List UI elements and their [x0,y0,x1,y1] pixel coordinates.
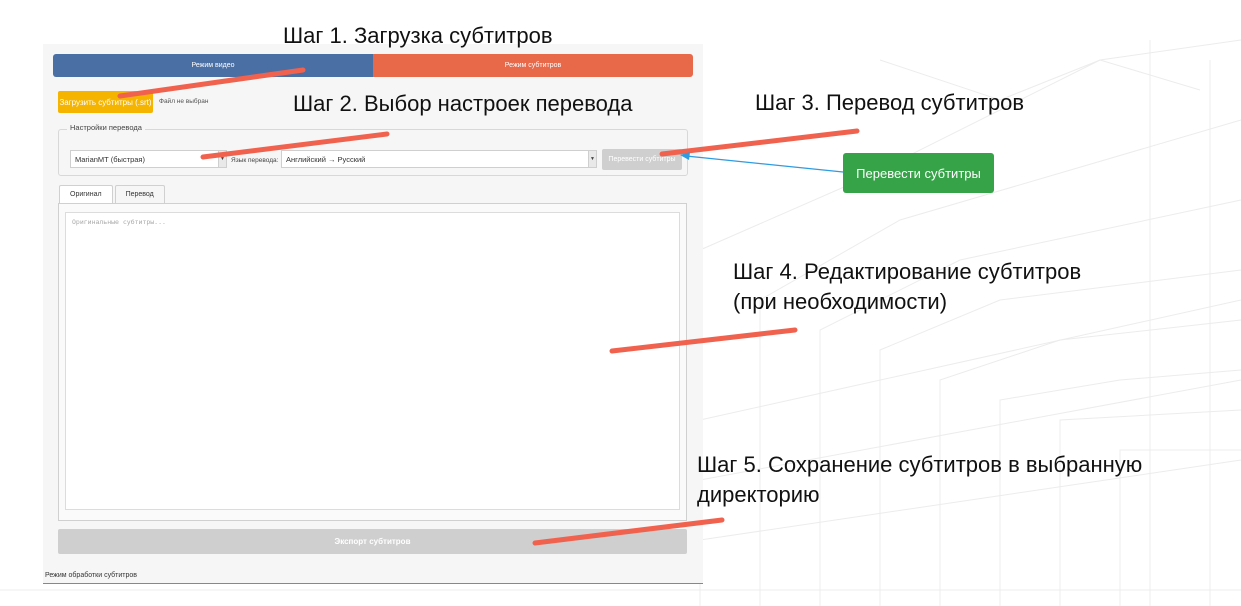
step4-line1: Шаг 4. Редактирование субтитров [733,259,1082,284]
tab-panel: Оригинальные субтитры... [58,203,687,521]
step2-label: Шаг 2. Выбор настроек перевода [293,91,633,116]
mode-subtitles-button[interactable]: Режим субтитров [373,54,693,77]
step3-label: Шаг 3. Перевод субтитров [755,90,1025,115]
status-text: Режим обработки субтитров [45,572,138,579]
translate-subtitles-button[interactable]: Перевести субтитры [602,149,682,170]
model-select[interactable]: MarianMT (быстрая) ▼ [70,150,227,168]
upload-subtitles-button[interactable]: Загрузить субтитры (.srt) [58,91,153,113]
model-select-value: MarianMT (быстрая) [75,155,145,164]
original-subtitles-textarea[interactable]: Оригинальные субтитры... [65,212,680,510]
step1-label: Шаг 1. Загрузка субтитров [283,23,553,48]
file-status-label: Файл не выбран [159,98,209,105]
export-subtitles-button[interactable]: Экспорт субтитров [58,529,687,554]
textarea-placeholder: Оригинальные субтитры... [72,218,166,226]
app-window: Режим видео Режим субтитров Загрузить су… [43,44,703,584]
tab-original[interactable]: Оригинал [59,185,113,204]
step5-label: Шаг 5. Сохранение субтитров в выбранную … [697,450,1142,510]
language-label: Язык перевода: [231,157,279,164]
chevron-down-icon: ▼ [588,151,596,167]
subtitle-tabs: Оригинал Перевод [59,185,167,204]
step4-line2: (при необходимости) [733,289,948,314]
language-select[interactable]: Английский → Русский ▼ [281,150,597,168]
mode-video-button[interactable]: Режим видео [53,54,373,77]
settings-legend: Настройки перевода [67,123,145,132]
tab-translation[interactable]: Перевод [114,185,165,204]
status-bar: Режим обработки субтитров [43,571,703,584]
step4-label: Шаг 4. Редактирование субтитров (при нео… [733,257,1081,317]
language-select-value: Английский → Русский [286,155,366,164]
mode-switcher: Режим видео Режим субтитров [53,54,693,77]
chevron-down-icon: ▼ [218,151,226,167]
step5-line1: Шаг 5. Сохранение субтитров в выбранную [697,452,1143,477]
step5-line2: директорию [697,482,820,507]
highlighted-translate-button[interactable]: Перевести субтитры [843,153,994,193]
